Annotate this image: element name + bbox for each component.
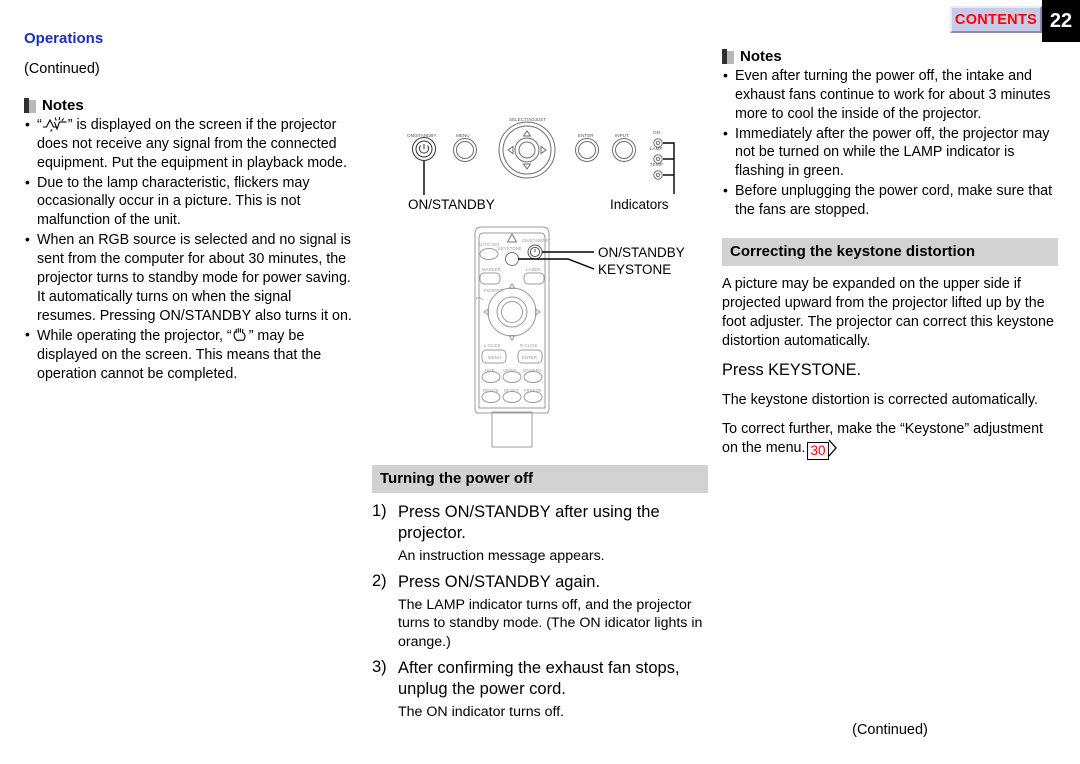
notes-list-right: Even after turning the power off, the in… [722, 66, 1058, 220]
note-text: Due to the lamp characteristic, flickers… [37, 174, 310, 229]
note-item: “” is displayed on the screen if the pro… [24, 115, 354, 173]
page-reference-link[interactable]: 30 [807, 439, 837, 463]
right-column: Notes Even after turning the power off, … [722, 0, 1058, 473]
no-signal-icon [42, 116, 68, 132]
note-item: When an RGB source is selected and no si… [24, 230, 354, 325]
notes-title: Notes [42, 97, 84, 114]
keystone-paragraph-2: The keystone distortion is corrected aut… [722, 391, 1038, 408]
svg-text:MARKER: MARKER [482, 267, 501, 272]
notes-heading-right: Notes [722, 48, 1058, 65]
remote-callout-on-standby: ON/STANDBY [598, 245, 685, 260]
note-text: Before unplugging the power cord, make s… [735, 183, 1053, 219]
keystone-paragraph-3: To correct further, make the “Keystone” … [722, 420, 1058, 463]
hand-icon [232, 326, 249, 343]
control-panel-diagram: ON/STANDBY MENU SELECT/ADJUST ENTER INPU… [372, 112, 708, 220]
panel-callout-right: Indicators [610, 197, 669, 212]
note-item: Before unplugging the power cord, make s… [722, 181, 1058, 220]
notes-list-left: “” is displayed on the screen if the pro… [24, 115, 354, 384]
svg-text:ON: ON [653, 130, 660, 135]
note-item: While operating the projector, “” may be… [24, 325, 354, 384]
svg-text:LAMP: LAMP [650, 146, 663, 151]
page-reference-number: 30 [807, 441, 829, 461]
svg-text:ENTER: ENTER [522, 355, 537, 360]
svg-text:FREEZE: FREEZE [524, 388, 541, 393]
power-off-steps: 1) Press ON/STANDBY after using the proj… [372, 502, 708, 721]
svg-text:L-CLICK: L-CLICK [484, 343, 501, 348]
svg-text:POINTER: POINTER [484, 288, 504, 293]
panel-callout-left: ON/STANDBY [408, 197, 495, 212]
step-number: 3) [372, 658, 387, 677]
svg-text:ON/STANDBY: ON/STANDBY [522, 238, 550, 243]
svg-text:INPUT: INPUT [615, 133, 629, 138]
note-text: Immediately after the power off, the pro… [735, 125, 1050, 180]
svg-text:RGB: RGB [485, 368, 495, 373]
svg-text:KEYSTONE: KEYSTONE [498, 246, 522, 251]
notes-title: Notes [740, 48, 782, 65]
note-text-pre: While operating the projector, “ [37, 328, 232, 345]
svg-text:AUTO SET: AUTO SET [478, 242, 500, 247]
svg-text:LASER: LASER [526, 267, 540, 272]
step-main-text: Press ON/STANDBY after using the project… [398, 503, 660, 542]
step-main-text: Press ON/STANDBY again. [398, 573, 601, 592]
step-item: 1) Press ON/STANDBY after using the proj… [372, 502, 708, 565]
keystone-paragraph-1: A picture may be expanded on the upper s… [722, 275, 1054, 349]
remote-control-diagram: AUTO SET KEYSTONE ON/STANDBY MARKER LASE… [372, 222, 708, 458]
left-column: Operations (Continued) Notes “” is displ… [24, 0, 354, 385]
svg-text:RESIZE: RESIZE [483, 388, 499, 393]
step-number: 2) [372, 572, 387, 591]
step-item: 3) After confirming the exhaust fan stop… [372, 658, 708, 721]
note-item: Even after turning the power off, the in… [722, 66, 1058, 124]
step-sub-text: The ON indicator turns off. [398, 703, 565, 720]
section-bar-power-off: Turning the power off [372, 465, 708, 493]
step-item: 2) Press ON/STANDBY again. The LAMP indi… [372, 572, 708, 651]
svg-text:R-CLICK: R-CLICK [520, 343, 538, 348]
notes-icon [722, 49, 734, 64]
step-sub-text: The LAMP indicator turns off, and the pr… [398, 596, 703, 650]
press-keystone-line: Press KEYSTONE. [722, 360, 862, 379]
note-item: Due to the lamp characteristic, flickers… [24, 173, 354, 231]
svg-text:ON/STANDBY: ON/STANDBY [407, 133, 437, 138]
keystone-paragraph-3-text: To correct further, make the “Keystone” … [722, 420, 1044, 456]
middle-column-body: Turning the power off 1) Press ON/STANDB… [372, 465, 708, 728]
notes-heading-left: Notes [24, 97, 354, 114]
note-item: Immediately after the power off, the pro… [722, 124, 1058, 182]
note-text: Even after turning the power off, the in… [735, 68, 1051, 122]
svg-text:TEMP: TEMP [650, 162, 663, 167]
continued-label-bottom: (Continued) [852, 722, 928, 738]
step-sub-text: An instruction message appears. [398, 547, 605, 564]
remote-callout-keystone: KEYSTONE [598, 262, 671, 277]
svg-text:CAMERA: CAMERA [523, 368, 542, 373]
svg-text:PAL: PAL [476, 296, 485, 301]
note-text: When an RGB source is selected and no si… [37, 232, 352, 324]
svg-text:RESET: RESET [504, 388, 519, 393]
step-main-text: After confirming the exhaust fan stops, … [398, 659, 680, 698]
svg-text:ENTER: ENTER [578, 133, 594, 138]
step-number: 1) [372, 502, 387, 520]
svg-text:MENU: MENU [456, 133, 470, 138]
continued-label-top: (Continued) [24, 61, 100, 77]
page-title: Operations [24, 30, 104, 47]
svg-text:SELECT/ADJUST: SELECT/ADJUST [509, 117, 546, 122]
section-bar-keystone: Correcting the keystone distortion [722, 237, 1058, 266]
svg-text:VIDEO: VIDEO [503, 368, 517, 373]
notes-icon [24, 98, 36, 113]
page-reference-arrow-icon [828, 439, 838, 463]
note-text: ” is displayed on the screen if the proj… [37, 117, 347, 171]
svg-text:MENU: MENU [488, 355, 501, 360]
